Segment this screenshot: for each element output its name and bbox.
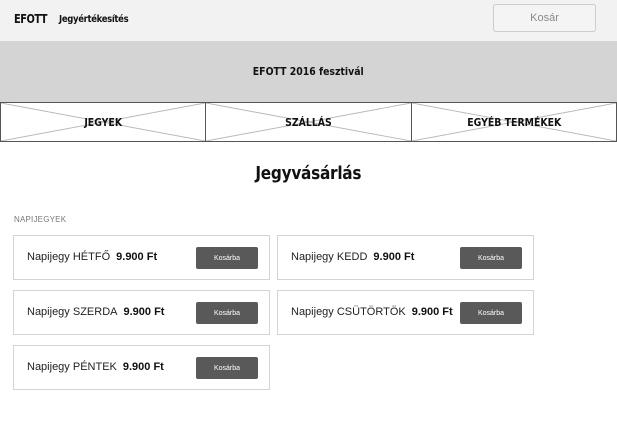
- page-title: Jegyvásárlás: [0, 163, 617, 184]
- ticket-price: 9.900 Ft: [123, 306, 165, 318]
- tab-egyeb-termekek[interactable]: EGYÉB TERMÉKEK: [411, 102, 617, 142]
- ticket-price: 9.900 Ft: [411, 306, 453, 318]
- ticket-card-kedd: Napijegy KEDD 9.900 Ft Kosárba: [277, 235, 534, 280]
- ticket-price: 9.900 Ft: [116, 251, 158, 263]
- tab-szallas[interactable]: SZÁLLÁS: [205, 102, 412, 142]
- ticket-price: 9.900 Ft: [122, 361, 164, 373]
- ticket-card-hetfo: Napijegy HÉTFŐ 9.900 Ft Kosárba: [13, 235, 270, 280]
- tab-jegyek[interactable]: JEGYEK: [0, 102, 206, 142]
- ticket-name: Napijegy SZERDA: [27, 306, 118, 318]
- ticket-price: 9.900 Ft: [373, 251, 415, 263]
- festival-title: EFOTT 2016 fesztivál: [253, 65, 364, 78]
- tab-label: JEGYEK: [84, 115, 122, 129]
- ticket-card-szerda: Napijegy SZERDA 9.900 Ft Kosárba: [13, 290, 270, 335]
- ticket-card-pentek: Napijegy PÉNTEK 9.900 Ft Kosárba: [13, 345, 270, 390]
- brand-logo[interactable]: EFOTT: [14, 12, 48, 26]
- ticket-name: Napijegy CSÜTÖRTÖK: [291, 306, 406, 318]
- add-to-cart-button[interactable]: Kosárba: [460, 302, 522, 324]
- tab-label: EGYÉB TERMÉKEK: [467, 115, 561, 129]
- add-to-cart-button[interactable]: Kosárba: [196, 357, 258, 379]
- hero-banner: EFOTT 2016 fesztivál: [0, 41, 617, 102]
- page-title-text: Jegyvásárlás: [255, 163, 362, 184]
- add-to-cart-button[interactable]: Kosárba: [196, 302, 258, 324]
- ticket-name: Napijegy KEDD: [291, 251, 368, 263]
- top-bar: EFOTT Jegyértékesítés Kosár: [0, 0, 617, 41]
- section-label: NAPIJEGYEK: [14, 215, 67, 224]
- tab-label: SZÁLLÁS: [285, 115, 332, 129]
- category-tabs: JEGYEK SZÁLLÁS EGYÉB TERMÉKEK: [0, 102, 617, 142]
- ticket-name: Napijegy PÉNTEK: [27, 361, 117, 373]
- ticket-card-csutortok: Napijegy CSÜTÖRTÖK 9.900 Ft Kosárba: [277, 290, 534, 335]
- add-to-cart-button[interactable]: Kosárba: [196, 247, 258, 269]
- cart-button[interactable]: Kosár: [493, 4, 596, 32]
- add-to-cart-button[interactable]: Kosárba: [460, 247, 522, 269]
- site-subtitle: Jegyértékesítés: [59, 14, 129, 25]
- ticket-name: Napijegy HÉTFŐ: [27, 251, 111, 263]
